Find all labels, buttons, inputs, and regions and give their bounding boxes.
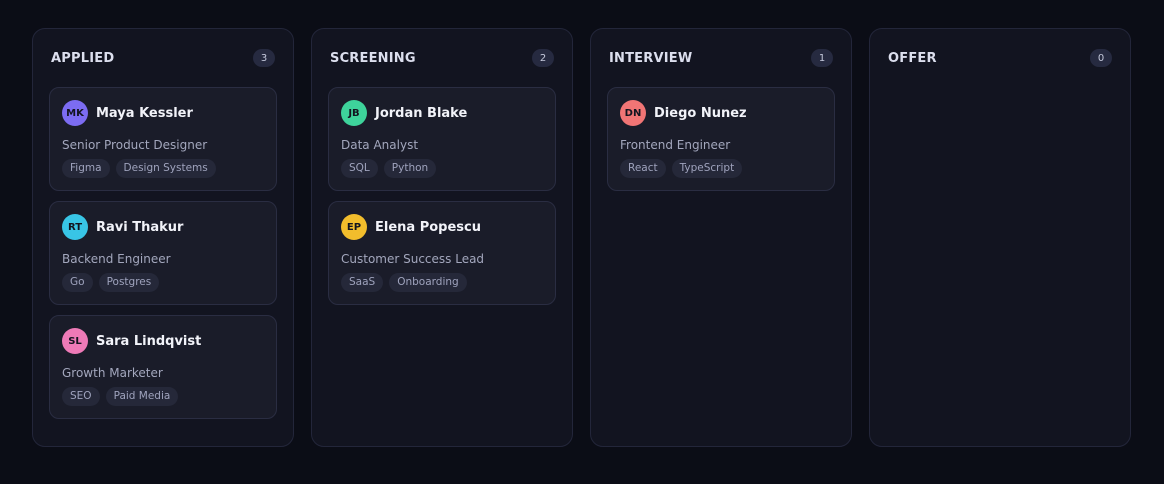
candidate-role: Data Analyst bbox=[341, 138, 419, 152]
candidate-card[interactable]: MK Maya Kessler Senior Product Designer … bbox=[49, 87, 277, 191]
avatar: MK bbox=[62, 100, 88, 126]
card-header: SL Sara Lindqvist bbox=[62, 328, 264, 354]
avatar: SL bbox=[62, 328, 88, 354]
column-offer: OFFER 0 bbox=[869, 28, 1131, 447]
column-count-badge: 1 bbox=[811, 49, 833, 67]
tag-list: Go Postgres bbox=[62, 273, 264, 292]
tag-list: SQL Python bbox=[341, 159, 543, 178]
skill-tag: Paid Media bbox=[105, 387, 179, 406]
candidate-card[interactable]: EP Elena Popescu Customer Success Lead S… bbox=[328, 201, 556, 305]
skill-tag: SEO bbox=[62, 387, 100, 406]
card-list: MK Maya Kessler Senior Product Designer … bbox=[49, 87, 277, 419]
candidate-role: Frontend Engineer bbox=[620, 138, 731, 152]
candidate-role: Backend Engineer bbox=[62, 252, 171, 266]
card-header: DN Diego Nunez bbox=[620, 100, 822, 126]
candidate-role: Customer Success Lead bbox=[341, 252, 485, 266]
tag-list: SEO Paid Media bbox=[62, 387, 264, 406]
card-list: DN Diego Nunez Frontend Engineer React T… bbox=[607, 87, 835, 191]
column-count-badge: 2 bbox=[532, 49, 554, 67]
avatar: RT bbox=[62, 214, 88, 240]
skill-tag: Go bbox=[62, 273, 93, 292]
tag-list: SaaS Onboarding bbox=[341, 273, 543, 292]
card-list: JB Jordan Blake Data Analyst SQL Python … bbox=[328, 87, 556, 305]
avatar: EP bbox=[341, 214, 367, 240]
skill-tag: Design Systems bbox=[115, 159, 216, 178]
tag-list: React TypeScript bbox=[620, 159, 822, 178]
candidate-name: Maya Kessler bbox=[96, 105, 193, 121]
skill-tag: React bbox=[620, 159, 666, 178]
column-header: SCREENING 2 bbox=[328, 29, 556, 87]
column-title: APPLIED bbox=[51, 50, 115, 66]
candidate-card[interactable]: DN Diego Nunez Frontend Engineer React T… bbox=[607, 87, 835, 191]
column-title: OFFER bbox=[888, 50, 937, 66]
candidate-name: Jordan Blake bbox=[375, 105, 468, 121]
skill-tag: Python bbox=[383, 159, 437, 178]
card-header: JB Jordan Blake bbox=[341, 100, 543, 126]
skill-tag: Postgres bbox=[98, 273, 160, 292]
card-header: MK Maya Kessler bbox=[62, 100, 264, 126]
column-title: INTERVIEW bbox=[609, 50, 693, 66]
skill-tag: SaaS bbox=[341, 273, 384, 292]
candidate-name: Ravi Thakur bbox=[96, 219, 184, 235]
candidate-name: Diego Nunez bbox=[654, 105, 747, 121]
avatar: JB bbox=[341, 100, 367, 126]
candidate-role: Growth Marketer bbox=[62, 366, 163, 380]
tag-list: Figma Design Systems bbox=[62, 159, 264, 178]
kanban-board: APPLIED 3 MK Maya Kessler Senior Product… bbox=[32, 28, 1131, 447]
candidate-role: Senior Product Designer bbox=[62, 138, 208, 152]
skill-tag: Figma bbox=[62, 159, 110, 178]
column-interview: INTERVIEW 1 DN Diego Nunez Frontend Engi… bbox=[590, 28, 852, 447]
skill-tag: TypeScript bbox=[671, 159, 743, 178]
column-header: INTERVIEW 1 bbox=[607, 29, 835, 87]
skill-tag: SQL bbox=[341, 159, 378, 178]
column-applied: APPLIED 3 MK Maya Kessler Senior Product… bbox=[32, 28, 294, 447]
candidate-name: Elena Popescu bbox=[375, 219, 481, 235]
candidate-card[interactable]: SL Sara Lindqvist Growth Marketer SEO Pa… bbox=[49, 315, 277, 419]
candidate-card[interactable]: RT Ravi Thakur Backend Engineer Go Postg… bbox=[49, 201, 277, 305]
avatar: DN bbox=[620, 100, 646, 126]
card-header: EP Elena Popescu bbox=[341, 214, 543, 240]
column-count-badge: 0 bbox=[1090, 49, 1112, 67]
candidate-name: Sara Lindqvist bbox=[96, 333, 202, 349]
candidate-card[interactable]: JB Jordan Blake Data Analyst SQL Python bbox=[328, 87, 556, 191]
column-screening: SCREENING 2 JB Jordan Blake Data Analyst… bbox=[311, 28, 573, 447]
card-header: RT Ravi Thakur bbox=[62, 214, 264, 240]
skill-tag: Onboarding bbox=[389, 273, 467, 292]
column-header: APPLIED 3 bbox=[49, 29, 277, 87]
column-count-badge: 3 bbox=[253, 49, 275, 67]
column-title: SCREENING bbox=[330, 50, 416, 66]
column-header: OFFER 0 bbox=[886, 29, 1114, 87]
